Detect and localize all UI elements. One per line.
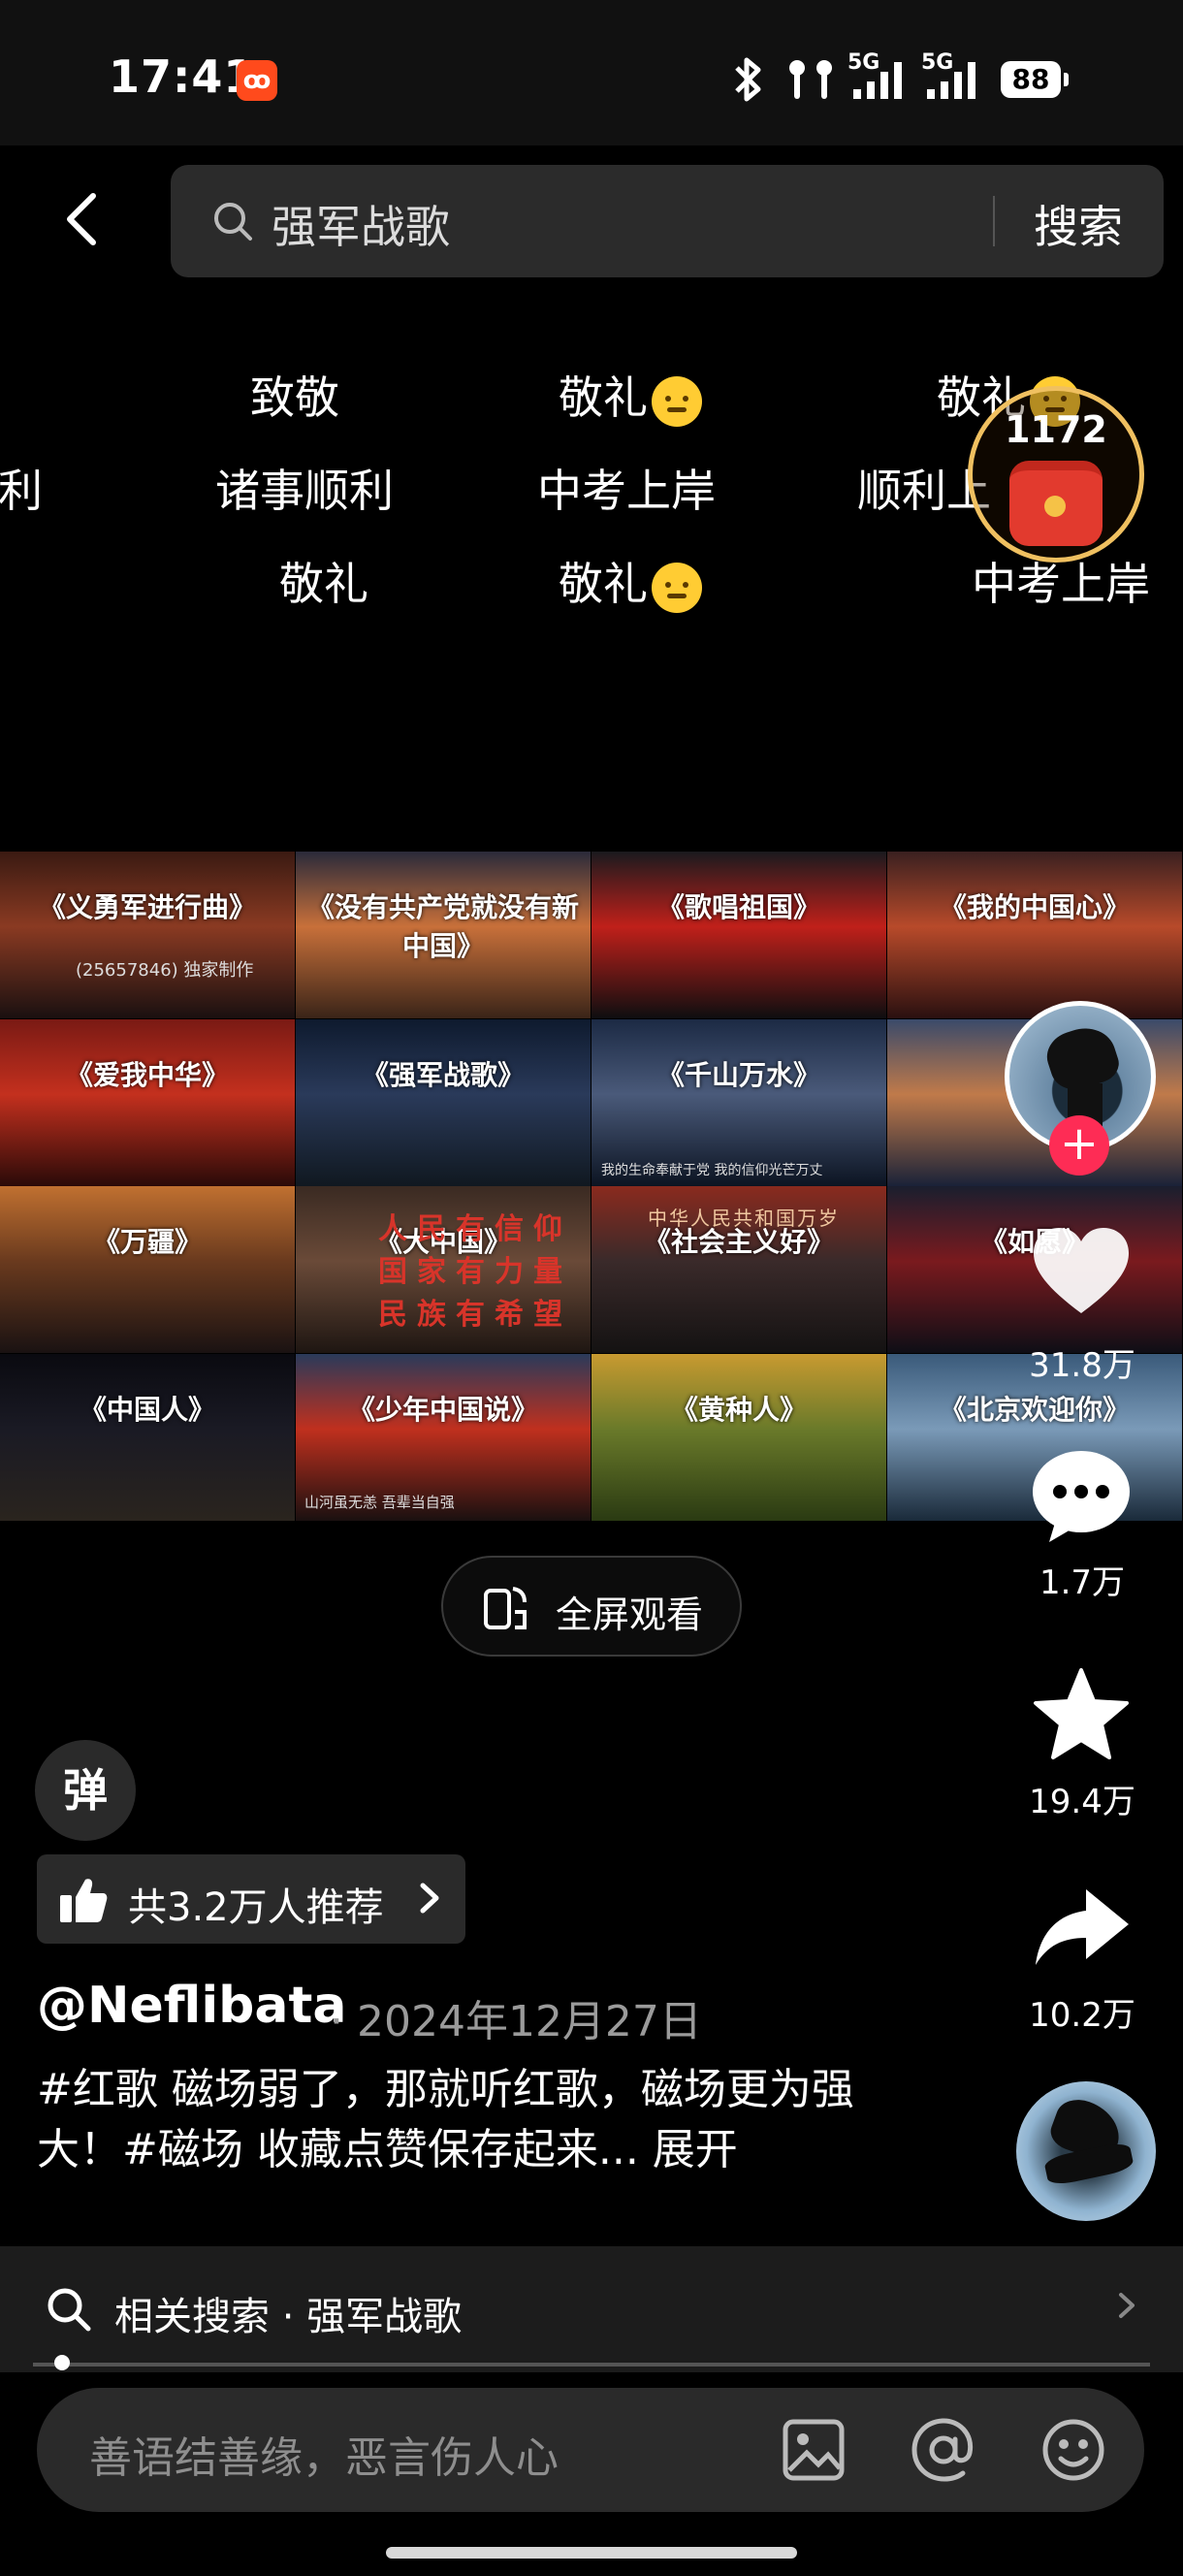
video-content[interactable]: 《义勇军进行曲》 《没有共产党就没有新中国》 《歌唱祖国》 《我的中国心》《爱我中华》… bbox=[0, 852, 1183, 1521]
danmaku-comment: 顺利 bbox=[0, 465, 43, 517]
danmaku-comment: 敬礼 bbox=[279, 558, 368, 610]
publish-date: · 2024年12月27日 bbox=[330, 1997, 702, 2046]
progress-handle[interactable] bbox=[54, 2355, 70, 2370]
status-bar: 17:41 ꝏ 5G 5G 88 bbox=[0, 0, 1183, 145]
video-thumbnail: 《万疆》 bbox=[0, 1186, 295, 1353]
signal-icon-1 bbox=[847, 58, 915, 105]
wall-slogan: 人民有信仰 bbox=[378, 1212, 572, 1246]
related-search-label: 相关搜索 · 强军战歌 bbox=[114, 2295, 463, 2339]
recommend-count: 共3.2万人推荐 bbox=[128, 1885, 384, 1930]
signal-icon-2 bbox=[921, 58, 989, 105]
song-title: 《黄种人》 bbox=[670, 1393, 807, 1426]
fullscreen-label: 全屏观看 bbox=[556, 1594, 704, 1636]
salute-emoji-icon bbox=[652, 375, 702, 427]
song-title: 《歌唱祖国》 bbox=[656, 891, 820, 923]
song-title: 《爱我中华》 bbox=[65, 1058, 229, 1091]
app-notification-icon: ꝏ bbox=[237, 60, 277, 101]
music-disc-avatar[interactable] bbox=[1016, 2081, 1156, 2221]
share-arrow-icon[interactable] bbox=[1028, 1882, 1135, 1979]
video-subtitle: (25657846) 独家制作 bbox=[76, 960, 254, 981]
danmaku-comment: 敬礼 bbox=[559, 363, 702, 427]
video-thumbnail: 《中国人》 bbox=[0, 1353, 295, 1521]
song-title: 《中国人》 bbox=[79, 1393, 215, 1426]
banner-text: 中华人民共和国万岁 bbox=[648, 1207, 840, 1230]
danmaku-comment: 中考上岸 bbox=[537, 465, 716, 517]
danmaku-comment: 诸事顺利 bbox=[215, 465, 394, 517]
video-thumbnail: 《我的中国心》 bbox=[887, 852, 1182, 1018]
fullscreen-button[interactable]: 全屏观看 bbox=[441, 1556, 742, 1657]
image-icon[interactable] bbox=[780, 2416, 847, 2484]
song-title: 《没有共产党就没有新中国》 bbox=[306, 891, 579, 962]
song-title: 《千山万水》 bbox=[656, 1058, 820, 1091]
search-input[interactable]: 强军战歌 bbox=[272, 192, 450, 256]
search-button[interactable]: 搜索 bbox=[1034, 192, 1123, 256]
recommend-chip[interactable]: 共3.2万人推荐 bbox=[37, 1854, 465, 1944]
battery-icon: 88 bbox=[1001, 61, 1069, 98]
wall-slogan: 国家有力量 bbox=[378, 1255, 572, 1289]
video-subtitle: 我的生命奉献于党 我的信仰光芒万丈 bbox=[601, 1163, 823, 1178]
favorite-count: 19.4万 bbox=[1029, 1783, 1135, 1821]
song-title: 《北京欢迎你》 bbox=[939, 1393, 1130, 1426]
chevron-right-icon bbox=[1113, 2281, 1142, 2340]
comment-input[interactable]: 善语结善缘，恶言伤人心 bbox=[37, 2388, 1144, 2512]
video-progress-bar[interactable] bbox=[33, 2363, 1150, 2367]
video-thumbnail: 《黄种人》 bbox=[592, 1353, 886, 1521]
rotate-screen-icon bbox=[482, 1583, 528, 1633]
emoji-smile-icon[interactable] bbox=[1039, 2416, 1107, 2484]
bluetooth-icon bbox=[729, 54, 768, 109]
author-name[interactable]: @Neflibata bbox=[37, 1977, 346, 2035]
chevron-right-icon bbox=[417, 1874, 446, 1933]
status-time: 17:41 bbox=[109, 50, 256, 103]
video-description[interactable]: #红歌 磁场弱了，那就听红歌，磁场更为强大！#磁场 收藏点赞保存起来... 展开 bbox=[37, 2060, 929, 2180]
red-packet-button[interactable]: 1172 bbox=[968, 386, 1144, 563]
video-thumbnail: 《爱我中华》 bbox=[0, 1018, 295, 1186]
song-title: 《我的中国心》 bbox=[939, 891, 1130, 923]
share-count: 10.2万 bbox=[1029, 1996, 1135, 2035]
video-thumbnail: 《强军战歌》 bbox=[296, 1018, 591, 1186]
comment-count: 1.7万 bbox=[1039, 1563, 1126, 1602]
danmaku-toggle-button[interactable]: 弹 bbox=[35, 1740, 136, 1841]
like-icon[interactable] bbox=[1028, 1224, 1135, 1321]
follow-button[interactable]: + bbox=[1049, 1115, 1109, 1175]
video-subtitle: 山河虽无恙 吾辈当自强 bbox=[304, 1494, 455, 1511]
thumbs-up-icon bbox=[58, 1876, 109, 1924]
wall-slogan: 民族有希望 bbox=[378, 1298, 572, 1332]
red-packet-count: 1172 bbox=[1005, 408, 1107, 451]
video-thumbnail: 《没有共产党就没有新中国》 bbox=[296, 852, 591, 1018]
song-title: 《义勇军进行曲》 bbox=[38, 891, 256, 923]
song-title: 《少年中国说》 bbox=[347, 1393, 538, 1426]
comment-placeholder: 善语结善缘，恶言伤人心 bbox=[89, 2433, 559, 2483]
danmaku-comment: 敬礼 bbox=[559, 549, 702, 613]
video-thumbnail: 《义勇军进行曲》 bbox=[0, 852, 295, 1018]
search-icon bbox=[211, 200, 254, 242]
red-envelope-icon bbox=[1009, 461, 1103, 546]
favorite-star-icon[interactable] bbox=[1028, 1666, 1135, 1763]
back-button[interactable] bbox=[60, 190, 103, 248]
search-divider bbox=[993, 196, 995, 246]
comment-icon[interactable] bbox=[1028, 1447, 1135, 1544]
mention-at-icon[interactable] bbox=[910, 2416, 977, 2484]
related-search-bar[interactable]: 相关搜索 · 强军战歌 bbox=[0, 2246, 1183, 2372]
home-indicator[interactable] bbox=[386, 2547, 797, 2559]
video-thumbnail: 《歌唱祖国》 bbox=[592, 852, 886, 1018]
search-icon bbox=[45, 2285, 93, 2334]
like-count: 31.8万 bbox=[1029, 1346, 1135, 1385]
salute-emoji-icon bbox=[652, 562, 702, 613]
earbuds-icon bbox=[783, 56, 838, 107]
search-bar[interactable]: 强军战歌 搜索 bbox=[171, 165, 1164, 277]
song-title: 《万疆》 bbox=[92, 1226, 202, 1258]
song-title: 《强军战歌》 bbox=[361, 1058, 525, 1091]
danmaku-comment: 致敬 bbox=[250, 371, 339, 424]
